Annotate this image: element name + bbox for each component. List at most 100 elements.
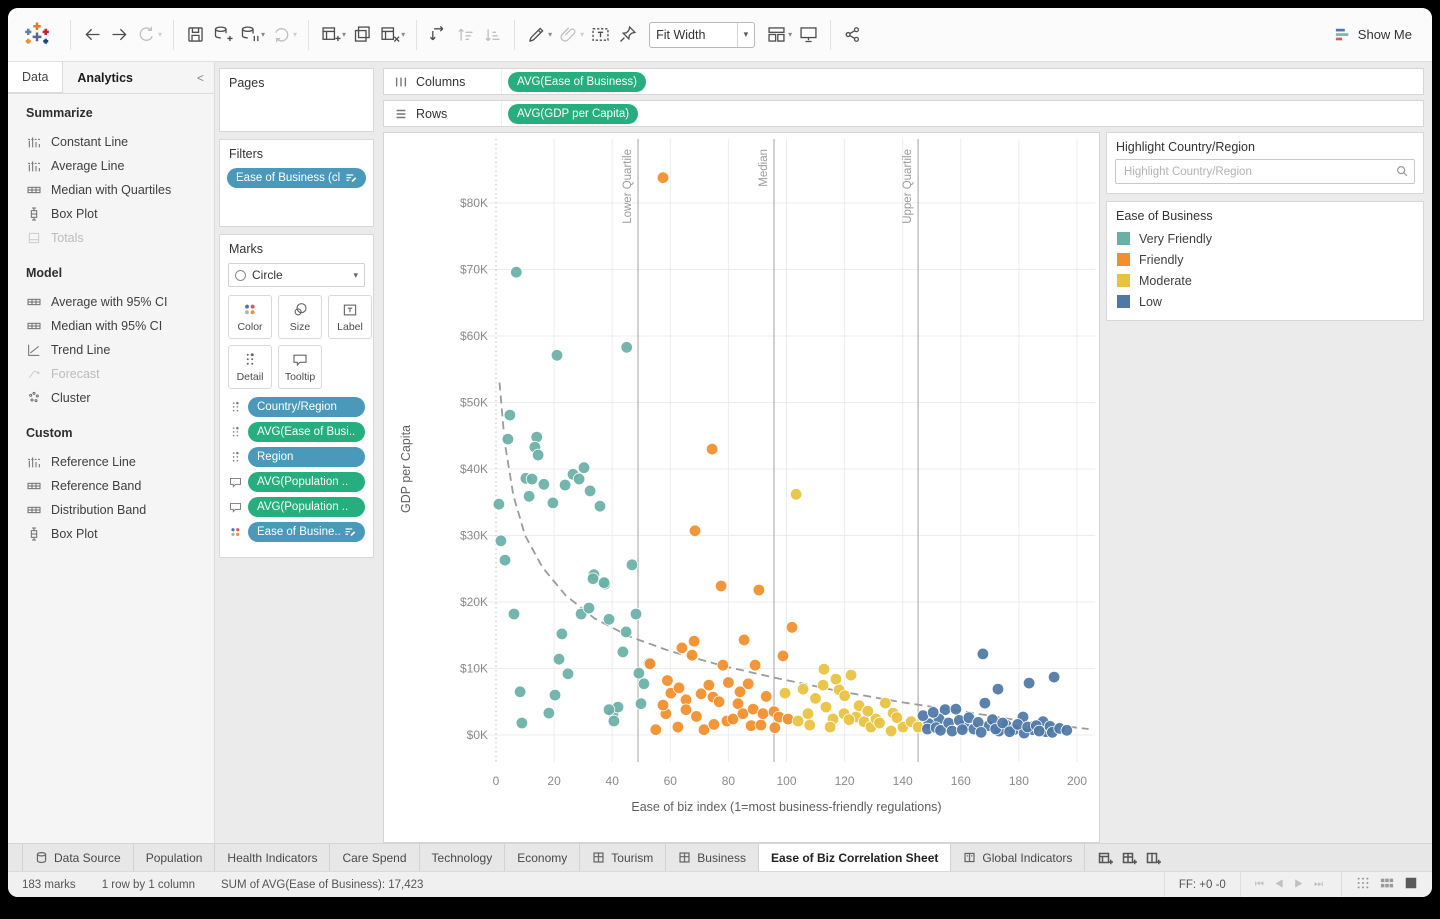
scatter-point[interactable] bbox=[707, 718, 721, 731]
fullsize-view-icon[interactable] bbox=[1404, 876, 1418, 893]
pill-region[interactable]: Region bbox=[248, 447, 365, 467]
analytics-item-box-plot[interactable]: Box Plot bbox=[26, 522, 214, 546]
scatter-point[interactable] bbox=[873, 716, 886, 730]
search-icon[interactable] bbox=[1395, 164, 1409, 178]
scatter-point[interactable] bbox=[861, 704, 875, 718]
tooltip-button[interactable]: Tooltip bbox=[278, 345, 322, 389]
analytics-item-cluster[interactable]: Cluster bbox=[26, 386, 214, 410]
sheet-tab-global-indicators[interactable]: Global Indicators bbox=[951, 844, 1086, 871]
sheet-tab-care-spend[interactable]: Care Spend bbox=[330, 844, 420, 871]
scatter-point[interactable] bbox=[507, 607, 521, 621]
scatter-point[interactable] bbox=[513, 685, 527, 699]
scatter-point[interactable] bbox=[637, 677, 651, 691]
scatter-point[interactable] bbox=[679, 703, 693, 716]
scatter-point[interactable] bbox=[552, 653, 566, 666]
show-me-button[interactable]: Show Me bbox=[1328, 23, 1418, 47]
scatter-point[interactable] bbox=[632, 667, 646, 680]
scatter-point[interactable] bbox=[690, 710, 703, 723]
scatter-point[interactable] bbox=[661, 674, 674, 687]
label-button[interactable]: Label bbox=[328, 295, 372, 339]
analytics-item-average-with-95-ci[interactable]: Average with 95% CI bbox=[26, 290, 214, 314]
pill-ease-of-business-cl[interactable]: Ease of Business (cl.. bbox=[227, 168, 366, 188]
scatter-point[interactable] bbox=[582, 601, 596, 615]
scatter-point[interactable] bbox=[687, 635, 701, 648]
scatter-point[interactable] bbox=[629, 607, 643, 621]
sheet-tab-health-indicators[interactable]: Health Indicators bbox=[215, 844, 331, 871]
collapse-pane-icon[interactable]: < bbox=[187, 71, 214, 85]
scatter-point[interactable] bbox=[498, 553, 512, 567]
sheet-tab-technology[interactable]: Technology bbox=[420, 844, 506, 871]
filmstrip-view-icon[interactable] bbox=[1380, 876, 1394, 893]
scatter-point[interactable] bbox=[675, 641, 689, 655]
scatter-point[interactable] bbox=[577, 461, 591, 474]
scatter-point[interactable] bbox=[976, 647, 990, 661]
scatter-point[interactable] bbox=[884, 724, 898, 738]
legend-item-moderate[interactable]: Moderate bbox=[1107, 270, 1423, 291]
scatter-point[interactable] bbox=[593, 500, 607, 513]
scatter-point[interactable] bbox=[616, 645, 630, 659]
scatter-point[interactable] bbox=[991, 682, 1005, 696]
scatter-point[interactable] bbox=[748, 659, 762, 672]
scatter-point[interactable] bbox=[597, 576, 611, 589]
presentation-button[interactable] bbox=[795, 20, 822, 49]
scatter-point[interactable] bbox=[494, 534, 508, 548]
scatter-point[interactable] bbox=[702, 678, 716, 692]
pill-ease-of-busine[interactable]: Ease of Busine.. bbox=[248, 522, 365, 542]
scatter-point[interactable] bbox=[530, 430, 543, 444]
save-button[interactable] bbox=[182, 20, 209, 49]
trend-line[interactable] bbox=[498, 382, 1089, 730]
scatter-point[interactable] bbox=[537, 478, 551, 491]
scatter-point[interactable] bbox=[572, 472, 586, 486]
scatter-point[interactable] bbox=[583, 484, 597, 498]
duplicate-button[interactable] bbox=[349, 20, 376, 49]
pill-avg-population[interactable]: AVG(Population .. bbox=[248, 497, 365, 517]
scatter-point[interactable] bbox=[1022, 676, 1036, 690]
scatter-point[interactable] bbox=[619, 625, 633, 639]
scatter-point[interactable] bbox=[607, 714, 621, 728]
analytics-item-average-line[interactable]: Average Line bbox=[26, 154, 214, 178]
scatter-point[interactable] bbox=[671, 720, 685, 734]
scatter-point[interactable] bbox=[620, 341, 633, 354]
scatter-point[interactable] bbox=[685, 649, 699, 662]
analytics-item-median-with-quartiles[interactable]: Median with Quartiles bbox=[26, 178, 214, 202]
scatter-point[interactable] bbox=[823, 720, 837, 734]
scatter-point[interactable] bbox=[781, 712, 795, 726]
scatter-point[interactable] bbox=[816, 678, 830, 692]
scatter-point[interactable] bbox=[558, 478, 572, 492]
scatter-point[interactable] bbox=[756, 707, 770, 720]
filters-shelf[interactable]: Filters Ease of Business (cl.. bbox=[219, 139, 374, 227]
scatter-point[interactable] bbox=[733, 685, 747, 699]
new-worksheet-button[interactable] bbox=[1095, 848, 1115, 868]
scatter-point[interactable] bbox=[776, 649, 790, 663]
analytics-item-box-plot[interactable]: Box Plot bbox=[26, 202, 214, 226]
scatter-point[interactable] bbox=[1060, 724, 1074, 737]
sheet-tab-data-source[interactable]: Data Source bbox=[22, 844, 134, 871]
highlight-search-input[interactable] bbox=[1115, 159, 1415, 184]
scatter-point[interactable] bbox=[550, 349, 564, 362]
sheet-tab-business[interactable]: Business bbox=[666, 844, 759, 871]
legend-item-friendly[interactable]: Friendly bbox=[1107, 249, 1423, 270]
scatter-point[interactable] bbox=[712, 695, 726, 709]
analytics-item-reference-line[interactable]: Reference Line bbox=[26, 450, 214, 474]
sheet-tab-population[interactable]: Population bbox=[134, 844, 216, 871]
pill-avg-population[interactable]: AVG(Population .. bbox=[248, 472, 365, 492]
back-button[interactable] bbox=[79, 20, 106, 49]
tableau-logo[interactable] bbox=[22, 20, 52, 50]
scatter-point[interactable] bbox=[803, 718, 816, 732]
scatter-point[interactable] bbox=[688, 524, 702, 538]
scatter-point[interactable] bbox=[656, 698, 670, 712]
fit-width-select[interactable]: Fit Width ▾ bbox=[649, 21, 756, 48]
scatter-point[interactable] bbox=[796, 682, 810, 696]
swap-axes-button[interactable] bbox=[425, 20, 452, 49]
scatter-point[interactable] bbox=[656, 171, 670, 184]
scatter-point[interactable] bbox=[829, 672, 843, 686]
scatter-point[interactable] bbox=[525, 472, 539, 486]
tab-analytics[interactable]: Analytics bbox=[63, 65, 147, 91]
sheet-tab-ease-of-biz-correlation-sheet[interactable]: Ease of Biz Correlation Sheet bbox=[758, 844, 952, 871]
scatter-point[interactable] bbox=[1047, 670, 1061, 684]
size-button[interactable]: Size bbox=[278, 295, 322, 339]
new-worksheet-button[interactable]: ▾ bbox=[317, 20, 349, 49]
scatter-point[interactable] bbox=[649, 723, 663, 736]
pill-avg-gdp-per-capita[interactable]: AVG(GDP per Capita) bbox=[508, 103, 639, 124]
scatter-point[interactable] bbox=[716, 659, 730, 672]
